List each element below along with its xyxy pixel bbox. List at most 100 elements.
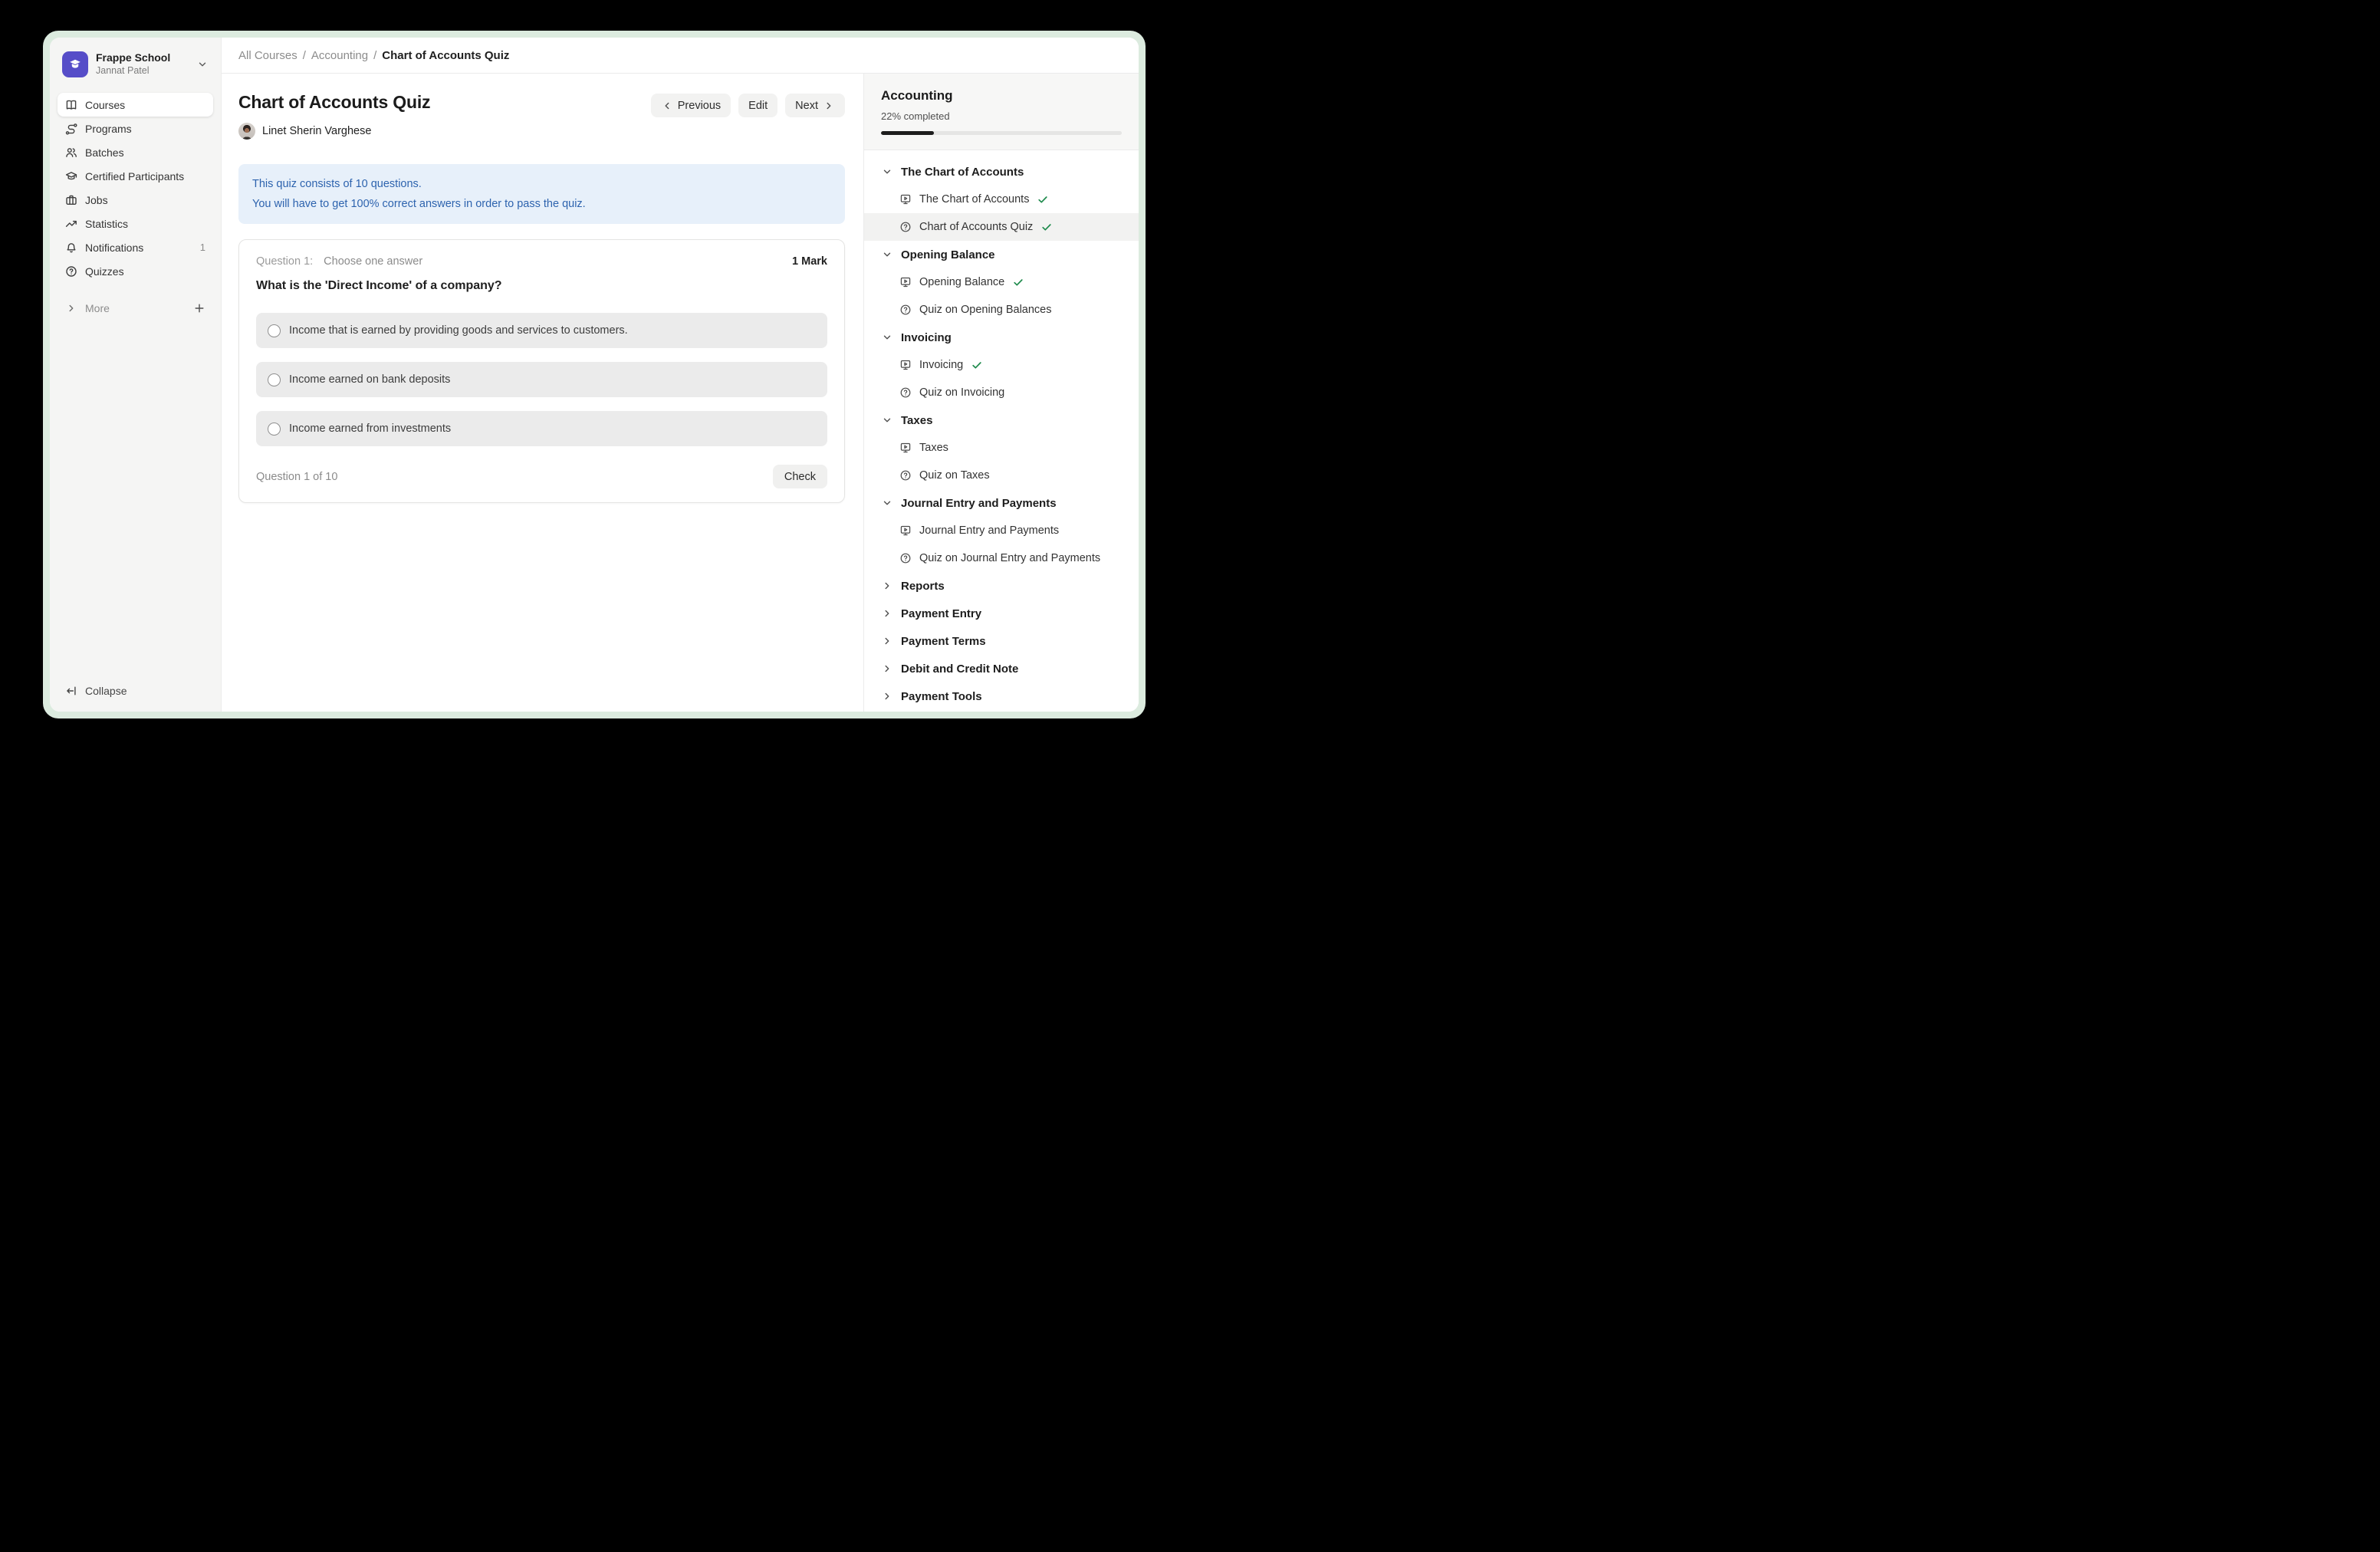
edit-button[interactable]: Edit: [738, 94, 777, 117]
sidebar-item-label: Certified Participants: [85, 170, 184, 182]
next-button[interactable]: Next: [785, 94, 845, 117]
radio-button[interactable]: [268, 324, 281, 337]
chevron-down-icon: [881, 497, 893, 509]
breadcrumb-current: Chart of Accounts Quiz: [382, 49, 509, 62]
outline-section-title: Payment Entry: [901, 607, 981, 620]
outline-item-quiz-on-invoicing[interactable]: Quiz on Invoicing: [864, 379, 1139, 406]
sidebar-item-courses[interactable]: Courses: [58, 93, 213, 117]
outline-section-debit-and-credit-note[interactable]: Debit and Credit Note: [864, 655, 1139, 682]
sidebar-menu: Courses Programs Batches Certified Particip…: [58, 93, 213, 283]
sidebar-item-notifications[interactable]: Notifications1: [58, 235, 213, 259]
outline-item-journal-entry-and-payments[interactable]: Journal Entry and Payments: [864, 517, 1139, 544]
outline-item-invoicing[interactable]: Invoicing: [864, 351, 1139, 379]
previous-button[interactable]: Previous: [651, 94, 731, 117]
graduation-cap-icon: [65, 170, 77, 182]
route-icon: [65, 123, 77, 135]
outline-section-title: Opening Balance: [901, 248, 995, 261]
left-sidebar: Frappe School Jannat Patel Courses Progra…: [50, 38, 222, 712]
breadcrumb-accounting[interactable]: Accounting: [311, 49, 368, 62]
outline-item-label: Chart of Accounts Quiz: [919, 221, 1033, 233]
chevron-down-icon: [881, 248, 893, 261]
sidebar-item-batches[interactable]: Batches: [58, 140, 213, 164]
sidebar-item-jobs[interactable]: Jobs: [58, 188, 213, 212]
lesson-icon: [899, 524, 912, 537]
sidebar-item-quizzes[interactable]: Quizzes: [58, 259, 213, 283]
desktop-background: Frappe School Jannat Patel Courses Progra…: [0, 0, 1190, 776]
course-outline-panel: Accounting 22% completed The Chart of Ac…: [863, 74, 1139, 712]
sidebar-item-programs[interactable]: Programs: [58, 117, 213, 140]
quiz-icon: [899, 469, 912, 482]
outline-section-journal-entry-and-payments[interactable]: Journal Entry and Payments: [864, 489, 1139, 517]
bell-icon: [65, 242, 77, 254]
collapse-sidebar-button[interactable]: Collapse: [58, 679, 213, 702]
course-title: Accounting: [881, 88, 1122, 104]
answer-option[interactable]: Income that is earned by providing goods…: [256, 313, 827, 348]
outline-item-quiz-on-journal-entry-and-payments[interactable]: Quiz on Journal Entry and Payments: [864, 544, 1139, 572]
course-progress-bar: [881, 131, 1122, 135]
lesson-icon: [899, 193, 912, 206]
collapse-label: Collapse: [85, 685, 127, 697]
chevron-down-icon[interactable]: [196, 58, 209, 71]
answer-option[interactable]: Income earned on bank deposits: [256, 362, 827, 397]
outline-item-label: Opening Balance: [919, 276, 1004, 288]
chevron-right-icon: [881, 635, 893, 647]
outline-item-chart-of-accounts-quiz[interactable]: Chart of Accounts Quiz: [864, 213, 1139, 241]
answer-option-label: Income that is earned by providing goods…: [289, 324, 628, 337]
sidebar-item-label: Quizzes: [85, 265, 124, 278]
plus-icon[interactable]: [193, 302, 205, 314]
more-label: More: [85, 302, 110, 314]
author-name: Linet Sherin Varghese: [262, 125, 371, 137]
radio-button[interactable]: [268, 423, 281, 436]
outline-item-label: Quiz on Invoicing: [919, 386, 1004, 399]
quiz-icon: [899, 552, 912, 564]
author-row: Linet Sherin Varghese: [238, 123, 430, 140]
outline-item-taxes[interactable]: Taxes: [864, 434, 1139, 462]
outline-section-invoicing[interactable]: Invoicing: [864, 324, 1139, 351]
outline-section-title: Journal Entry and Payments: [901, 497, 1057, 510]
lesson-icon: [899, 442, 912, 454]
outline-section-title: Debit and Credit Note: [901, 663, 1018, 676]
breadcrumb-separator: /: [373, 49, 376, 62]
chevron-right-icon: [65, 302, 77, 314]
outline-section-reports[interactable]: Reports: [864, 572, 1139, 600]
outline-item-label: The Chart of Accounts: [919, 193, 1029, 206]
sidebar-item-label: Courses: [85, 99, 125, 111]
outline-section-payment-tools[interactable]: Payment Tools: [864, 682, 1139, 710]
outline-section-the-chart-of-accounts[interactable]: The Chart of Accounts: [864, 158, 1139, 186]
sidebar-item-more[interactable]: More: [58, 297, 213, 320]
answer-option[interactable]: Income earned from investments: [256, 411, 827, 446]
outline-item-quiz-on-taxes[interactable]: Quiz on Taxes: [864, 462, 1139, 489]
chevron-right-icon: [881, 607, 893, 620]
outline-section-payment-entry[interactable]: Payment Entry: [864, 600, 1139, 627]
outline-section-taxes[interactable]: Taxes: [864, 406, 1139, 434]
lesson-icon: [899, 359, 912, 371]
course-progress-label: 22% completed: [881, 110, 1122, 122]
check-button[interactable]: Check: [773, 465, 827, 488]
course-outline-header: Accounting 22% completed: [864, 74, 1139, 150]
check-icon: [1037, 193, 1049, 206]
outline-section-opening-balance[interactable]: Opening Balance: [864, 241, 1139, 268]
sidebar-item-label: Batches: [85, 146, 124, 159]
chevron-left-icon: [661, 100, 673, 112]
answer-option-label: Income earned from investments: [289, 423, 451, 435]
sidebar-item-label: Jobs: [85, 194, 108, 206]
outline-item-the-chart-of-accounts[interactable]: The Chart of Accounts: [864, 186, 1139, 213]
outline-section-title: Invoicing: [901, 331, 952, 344]
frappe-school-logo-icon: [62, 51, 88, 77]
radio-button[interactable]: [268, 373, 281, 386]
breadcrumb-all-courses[interactable]: All Courses: [238, 49, 298, 62]
question-marks: 1 Mark: [792, 255, 827, 268]
question-card: Question 1: Choose one answer 1 Mark Wha…: [238, 239, 845, 503]
main-content: Chart of Accounts Quiz Linet Sherin Varg…: [222, 74, 863, 712]
sidebar-item-statistics[interactable]: Statistics: [58, 212, 213, 235]
outline-section-payment-terms[interactable]: Payment Terms: [864, 627, 1139, 655]
briefcase-icon: [65, 194, 77, 206]
workspace-switcher[interactable]: Frappe School Jannat Patel: [58, 48, 213, 81]
outline-item-quiz-on-opening-balances[interactable]: Quiz on Opening Balances: [864, 296, 1139, 324]
outline-section-title: Payment Terms: [901, 635, 986, 648]
outline-item-opening-balance[interactable]: Opening Balance: [864, 268, 1139, 296]
quiz-icon: [899, 386, 912, 399]
quiz-icon: [899, 304, 912, 316]
sidebar-item-label: Programs: [85, 123, 132, 135]
sidebar-item-certified-participants[interactable]: Certified Participants: [58, 164, 213, 188]
